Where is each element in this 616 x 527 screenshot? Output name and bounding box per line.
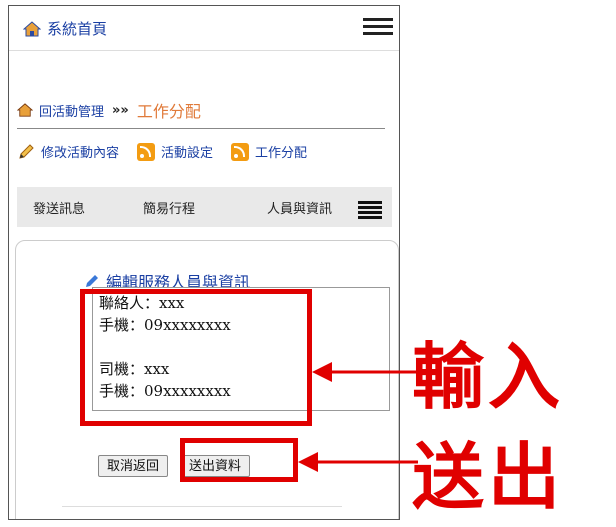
home-link[interactable]: 系統首頁	[23, 18, 107, 39]
breadcrumb-separator: »»	[112, 102, 129, 118]
action-links: 修改活動內容 活動設定 工作分配	[17, 142, 307, 161]
rss-icon	[137, 142, 156, 161]
divider	[62, 506, 342, 507]
tab-simple-itinerary[interactable]: 簡易行程	[133, 198, 205, 217]
action-label: 活動設定	[161, 146, 214, 161]
app-title: 系統首頁	[47, 20, 108, 38]
divider	[17, 128, 385, 129]
home-icon	[17, 103, 33, 117]
tab-menu-icon[interactable]	[358, 199, 382, 219]
submit-highlight-box	[180, 438, 298, 482]
home-icon	[23, 20, 41, 36]
action-label: 工作分配	[255, 146, 308, 161]
page-title: 工作分配	[136, 102, 201, 121]
top-bar: 系統首頁	[9, 6, 399, 51]
tab-send-message[interactable]: 發送訊息	[23, 198, 95, 217]
back-to-activity-link[interactable]: 回活動管理	[39, 101, 104, 120]
rss-icon	[231, 142, 250, 161]
edit-activity-link[interactable]: 修改活動內容	[17, 142, 119, 161]
input-annotation: 輸入	[412, 334, 565, 419]
work-assignment-link[interactable]: 工作分配	[231, 142, 307, 161]
tab-bar: 發送訊息 簡易行程 人員與資訊	[17, 187, 392, 227]
pencil-icon	[19, 143, 34, 159]
tab-staff-info[interactable]: 人員與資訊	[257, 198, 342, 217]
activity-settings-link[interactable]: 活動設定	[137, 142, 213, 161]
breadcrumb: 回活動管理 »» 工作分配	[17, 98, 201, 122]
input-highlight-box	[80, 289, 312, 426]
submit-annotation: 送出	[412, 434, 565, 519]
cancel-button[interactable]: 取消返回	[98, 455, 169, 477]
menu-icon[interactable]	[363, 14, 393, 38]
action-label: 修改活動內容	[41, 146, 120, 161]
